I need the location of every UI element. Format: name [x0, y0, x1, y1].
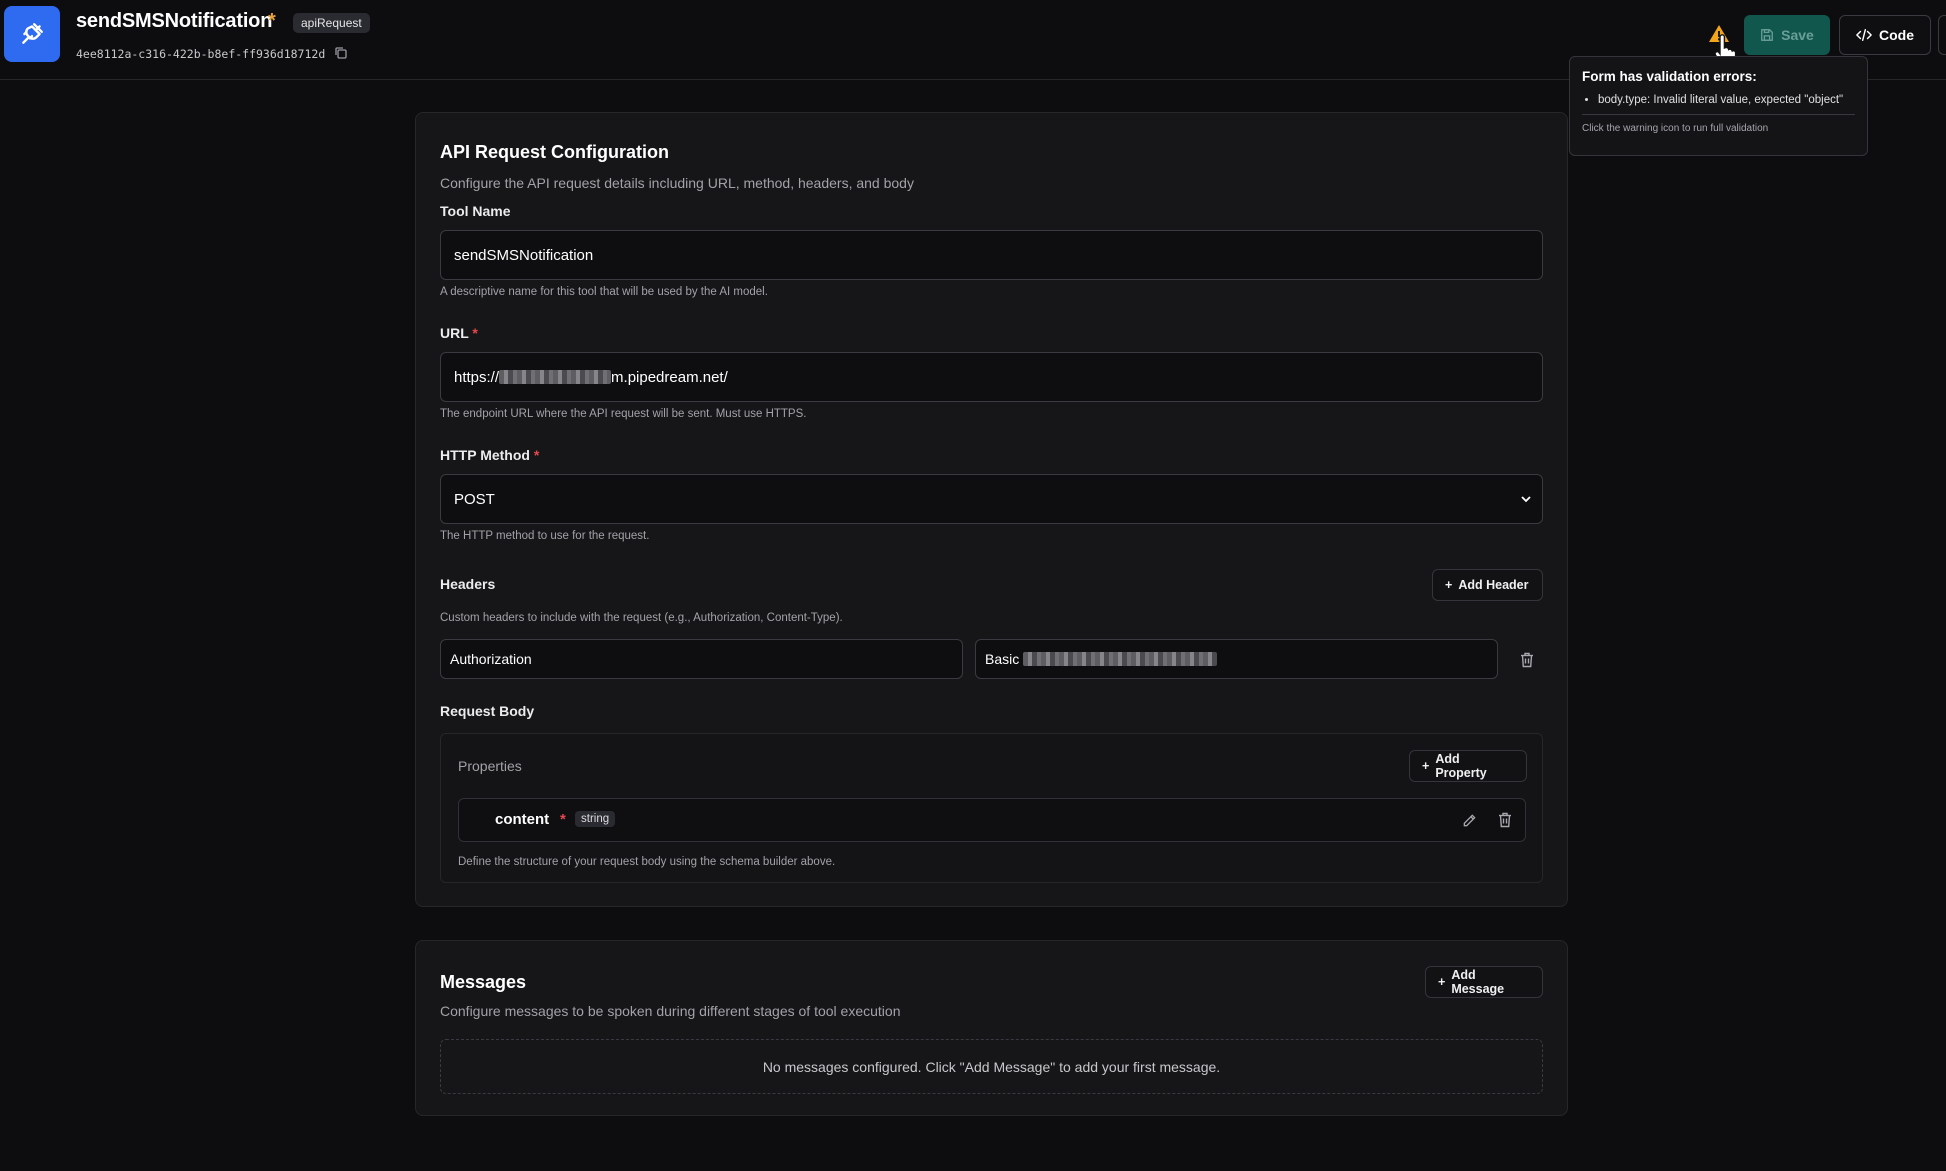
- more-button[interactable]: [1938, 15, 1946, 55]
- tool-name-value: sendSMSNotification: [454, 246, 594, 264]
- tool-name-label: Tool Name: [440, 203, 511, 219]
- save-label: Save: [1781, 27, 1814, 43]
- property-name: content: [495, 811, 550, 828]
- property-row: content * string: [458, 798, 1526, 842]
- validation-tooltip: Form has validation errors: body.type: I…: [1569, 56, 1868, 156]
- messages-description: Configure messages to be spoken during d…: [440, 1003, 901, 1019]
- add-message-label: Add Message: [1451, 968, 1505, 996]
- save-button[interactable]: Save: [1744, 15, 1830, 55]
- save-icon: [1761, 29, 1774, 41]
- tool-type-badge: apiRequest: [293, 13, 370, 33]
- redacted-url-segment: [499, 370, 612, 384]
- tooltip-error-item: body.type: Invalid literal value, expect…: [1598, 94, 1855, 106]
- add-property-button[interactable]: + Add Property: [1409, 750, 1527, 782]
- unsaved-indicator: *: [268, 10, 276, 32]
- api-config-description: Configure the API request details includ…: [440, 175, 914, 191]
- tool-id: 4ee8112a-c316-422b-b8ef-ff936d18712d: [76, 47, 326, 61]
- redacted-header-value: [1023, 652, 1218, 666]
- tool-name-hint: A descriptive name for this tool that wi…: [440, 286, 768, 298]
- tool-name-input[interactable]: sendSMSNotification: [440, 230, 1543, 280]
- api-config-title: API Request Configuration: [440, 142, 669, 162]
- chevron-down-icon: [1521, 496, 1531, 503]
- tool-title: sendSMSNotification: [76, 10, 273, 32]
- url-hint: The endpoint URL where the API request w…: [440, 408, 807, 420]
- header-key-input[interactable]: Authorization: [440, 639, 963, 679]
- url-input[interactable]: https:// m.pipedream.net/: [440, 352, 1543, 402]
- request-body-hint: Define the structure of your request bod…: [458, 856, 836, 868]
- http-method-value: POST: [454, 490, 495, 508]
- add-message-button[interactable]: + Add Message: [1425, 966, 1543, 998]
- messages-empty-text: No messages configured. Click "Add Messa…: [762, 1058, 1221, 1075]
- request-body-builder: Properties + Add Property content * stri…: [440, 733, 1543, 883]
- http-method-hint: The HTTP method to use for the request.: [440, 530, 650, 542]
- copy-icon[interactable]: [333, 45, 349, 61]
- code-icon: [1856, 28, 1872, 42]
- url-value-prefix: https://: [454, 368, 500, 386]
- delete-property-icon[interactable]: [1498, 812, 1512, 828]
- url-value-suffix: m.pipedream.net/: [611, 368, 728, 386]
- plus-icon: +: [1422, 759, 1430, 773]
- header-value-prefix: Basic: [985, 651, 1020, 667]
- plug-icon: [22, 23, 43, 44]
- url-required-marker: *: [472, 325, 478, 341]
- http-method-label: HTTP Method *: [440, 447, 539, 463]
- tooltip-title: Form has validation errors:: [1582, 69, 1757, 84]
- messages-empty-state: No messages configured. Click "Add Messa…: [440, 1039, 1543, 1094]
- properties-label: Properties: [458, 758, 522, 774]
- messages-card: Messages Configure messages to be spoken…: [415, 940, 1568, 1116]
- delete-header-icon[interactable]: [1520, 652, 1534, 668]
- tooltip-hint: Click the warning icon to run full valid…: [1582, 123, 1769, 134]
- plus-icon: +: [1438, 975, 1446, 989]
- property-required-marker: *: [560, 811, 566, 828]
- headers-label: Headers: [440, 576, 496, 592]
- tooltip-divider: [1582, 114, 1855, 115]
- add-header-button[interactable]: + Add Header: [1432, 569, 1543, 601]
- add-property-label: Add Property: [1435, 752, 1487, 780]
- property-type-badge: string: [575, 811, 616, 827]
- edit-property-icon[interactable]: [1462, 813, 1477, 828]
- request-body-label: Request Body: [440, 703, 535, 719]
- url-label: URL *: [440, 325, 478, 341]
- header-value-input[interactable]: Basic: [975, 639, 1498, 679]
- code-label: Code: [1879, 27, 1914, 43]
- add-header-label: Add Header: [1458, 578, 1529, 592]
- messages-title: Messages: [440, 972, 527, 992]
- tool-logo: [4, 6, 60, 62]
- headers-hint: Custom headers to include with the reque…: [440, 612, 843, 624]
- api-config-card: API Request Configuration Configure the …: [415, 112, 1568, 907]
- url-label-text: URL: [440, 325, 469, 341]
- header-key-value: Authorization: [450, 651, 532, 667]
- http-method-required-marker: *: [533, 447, 540, 463]
- plus-icon: +: [1445, 578, 1453, 592]
- code-button[interactable]: Code: [1839, 15, 1931, 55]
- http-method-label-text: HTTP Method: [440, 447, 530, 463]
- http-method-select[interactable]: POST: [440, 474, 1543, 524]
- tooltip-error-list: body.type: Invalid literal value, expect…: [1582, 94, 1855, 106]
